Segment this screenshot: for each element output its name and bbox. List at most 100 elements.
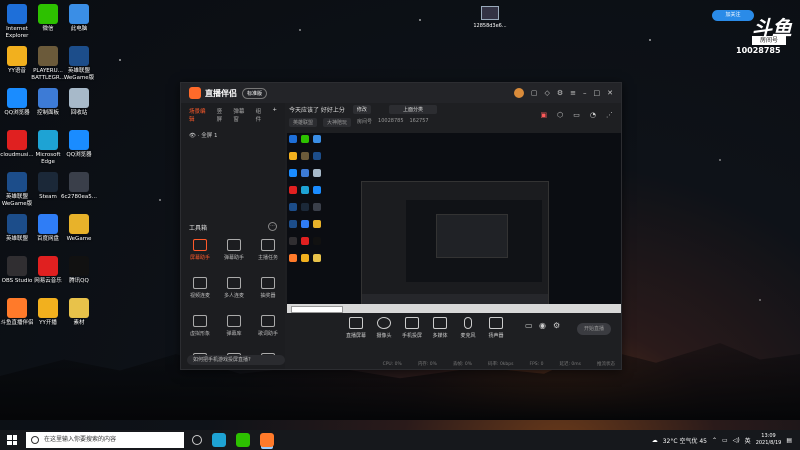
version-badge[interactable]: 标准版 <box>242 87 268 99</box>
menu-icon[interactable]: ≡ <box>570 89 576 97</box>
preview-eye-icon[interactable]: ◉ <box>539 321 546 330</box>
app-icon <box>7 214 27 234</box>
settings-icon[interactable]: ⚙ <box>557 89 563 97</box>
cortana-icon[interactable] <box>192 435 202 445</box>
preview-icon <box>313 220 321 228</box>
taskbar-search-input[interactable]: 在这里输入你要搜索的内容 <box>26 432 184 448</box>
camera-button[interactable]: 摄像头 <box>369 317 399 339</box>
taskbar-douyu-icon[interactable] <box>260 433 274 447</box>
desktop-icon[interactable]: 回收站 <box>56 88 102 117</box>
desktop-icon[interactable]: 英雄联盟 WeGame版 <box>56 46 102 82</box>
skin-icon[interactable]: ◇ <box>544 89 549 97</box>
tool-item[interactable]: 歌词助手 <box>251 315 285 337</box>
eye-icon[interactable]: 👁 <box>189 133 196 139</box>
category-select[interactable]: 上面分类 <box>388 105 437 114</box>
toolbox-more-button[interactable]: ··· <box>268 222 277 231</box>
data-icon[interactable]: ▭ <box>573 111 580 119</box>
ime-icon[interactable]: 英 <box>745 436 751 445</box>
tag-category[interactable]: 大神陪玩 <box>323 118 352 127</box>
stream-settings-icon[interactable]: ⚙ <box>553 321 560 330</box>
record-icon[interactable]: ▭ <box>525 321 533 330</box>
phone-cast-button[interactable]: 手机投屏 <box>397 317 427 339</box>
preview-icon <box>301 220 309 228</box>
tool-label: 多人连麦 <box>223 293 244 299</box>
close-icon[interactable]: ✕ <box>607 89 613 97</box>
tool-item[interactable]: 虚拟形象 <box>183 315 217 337</box>
tray-arrow-icon[interactable]: ⌃ <box>712 437 717 444</box>
app-title: 直播伴侣 <box>205 88 237 98</box>
speaker-button[interactable]: 扬声器 <box>481 317 511 339</box>
tab-danmu-window[interactable]: 弹幕窗 <box>233 107 249 123</box>
start-live-button[interactable]: 开始直播 <box>577 323 611 335</box>
scene-item[interactable]: 👁 · 全屏 1 <box>181 127 285 143</box>
network-icon[interactable]: ▭ <box>722 437 728 444</box>
window-titlebar[interactable]: 直播伴侣 标准版 ▢ ◇ ⚙ ≡ – □ ✕ <box>181 83 621 103</box>
preview-icon <box>301 254 309 262</box>
notification-icon[interactable]: ▤ <box>786 437 792 444</box>
app-icon <box>69 4 89 24</box>
status-memory: 内存: 0% <box>417 362 437 367</box>
gift-icon[interactable]: ▣ <box>541 111 548 119</box>
screen-capture-button[interactable]: 直播屏幕 <box>341 317 371 339</box>
tool-item[interactable]: 弹幕助手 <box>217 239 251 261</box>
maximize-icon[interactable]: □ <box>594 89 601 97</box>
taskbar-wechat-icon[interactable] <box>236 433 250 447</box>
room-label: 房间号 <box>357 119 373 125</box>
preview-icon <box>313 152 321 160</box>
desktop-icon-label: 6c2780ea5... <box>60 194 98 200</box>
bell-icon[interactable]: ◔ <box>590 111 596 119</box>
tab-scene-edit[interactable]: 场景编辑 <box>189 107 211 123</box>
microphone-button[interactable]: 麦克风 <box>453 317 483 339</box>
search-icon <box>31 436 39 444</box>
avatar[interactable] <box>513 88 524 98</box>
tool-item[interactable]: 主播任务 <box>251 239 285 261</box>
live-companion-window: 直播伴侣 标准版 ▢ ◇ ⚙ ≡ – □ ✕ 场景编辑 竖屏 弹幕窗 组件 + … <box>180 82 622 370</box>
stream-preview[interactable] <box>287 133 621 313</box>
desktop-icon-label: 此电脑 <box>70 26 88 32</box>
preview-icon <box>289 152 297 160</box>
preview-icon <box>313 254 321 262</box>
share-icon[interactable]: ⬡ <box>557 111 563 119</box>
tab-components[interactable]: 组件 <box>256 107 267 123</box>
app-icon <box>69 214 89 234</box>
desktop-icon[interactable]: QQ浏览器 <box>56 130 102 159</box>
app-icon <box>69 298 89 318</box>
network-icon[interactable]: ⋰ <box>606 111 613 119</box>
add-scene-icon[interactable]: + <box>272 107 277 123</box>
preview-icon <box>301 237 309 245</box>
tool-item[interactable]: 弹幕库 <box>217 315 251 337</box>
desktop-icon[interactable]: WeGame <box>56 214 102 243</box>
app-icon <box>7 4 27 24</box>
edit-title-button[interactable]: 修改 <box>352 105 371 114</box>
message-icon[interactable]: ▢ <box>531 89 538 97</box>
desktop-icon-label: QQ浏览器 <box>66 152 92 158</box>
tab-portrait[interactable]: 竖屏 <box>217 107 228 123</box>
app-icon <box>38 130 58 150</box>
desktop-icon-label: 腾讯QQ <box>69 278 89 284</box>
start-button[interactable] <box>4 432 20 448</box>
volume-icon[interactable]: ◁) <box>733 437 740 444</box>
desktop-icon[interactable]: 6c2780ea5... <box>56 172 102 201</box>
help-notice[interactable]: 如何把手机游戏投屏直播? <box>187 355 285 365</box>
weather-text[interactable]: 32°C 空气优 45 <box>663 436 707 445</box>
lock-icon[interactable]: · <box>198 133 200 139</box>
tag-game[interactable]: 英雄联盟 <box>289 118 318 127</box>
desktop-icon[interactable]: 素材 <box>56 298 102 327</box>
taskbar-edge-icon[interactable] <box>212 433 226 447</box>
minimize-icon[interactable]: – <box>583 89 587 97</box>
tool-item[interactable]: 抽奖器 <box>251 277 285 299</box>
status-latency: 延迟: 0ms <box>559 362 581 367</box>
desktop-icon[interactable]: 腾讯QQ <box>56 256 102 285</box>
preview-icon <box>313 186 321 194</box>
tool-item[interactable]: 多人连麦 <box>217 277 251 299</box>
toolbox-title: 工具箱 <box>189 225 208 232</box>
tool-item[interactable]: 视频连麦 <box>183 277 217 299</box>
douyu-follow-pill: 加关注 <box>712 10 754 21</box>
desktop-file-icon[interactable]: 12858d3e6... <box>472 6 508 29</box>
multimedia-button[interactable]: 多媒体 <box>425 317 455 339</box>
desktop-icon[interactable]: 此电脑 <box>56 4 102 33</box>
tool-item[interactable]: 屏幕助手 <box>183 239 217 261</box>
tool-label: 弹幕库 <box>226 331 242 337</box>
weather-icon[interactable]: ☁ <box>652 437 658 444</box>
clock[interactable]: 13:09 2021/8/19 <box>756 433 782 447</box>
